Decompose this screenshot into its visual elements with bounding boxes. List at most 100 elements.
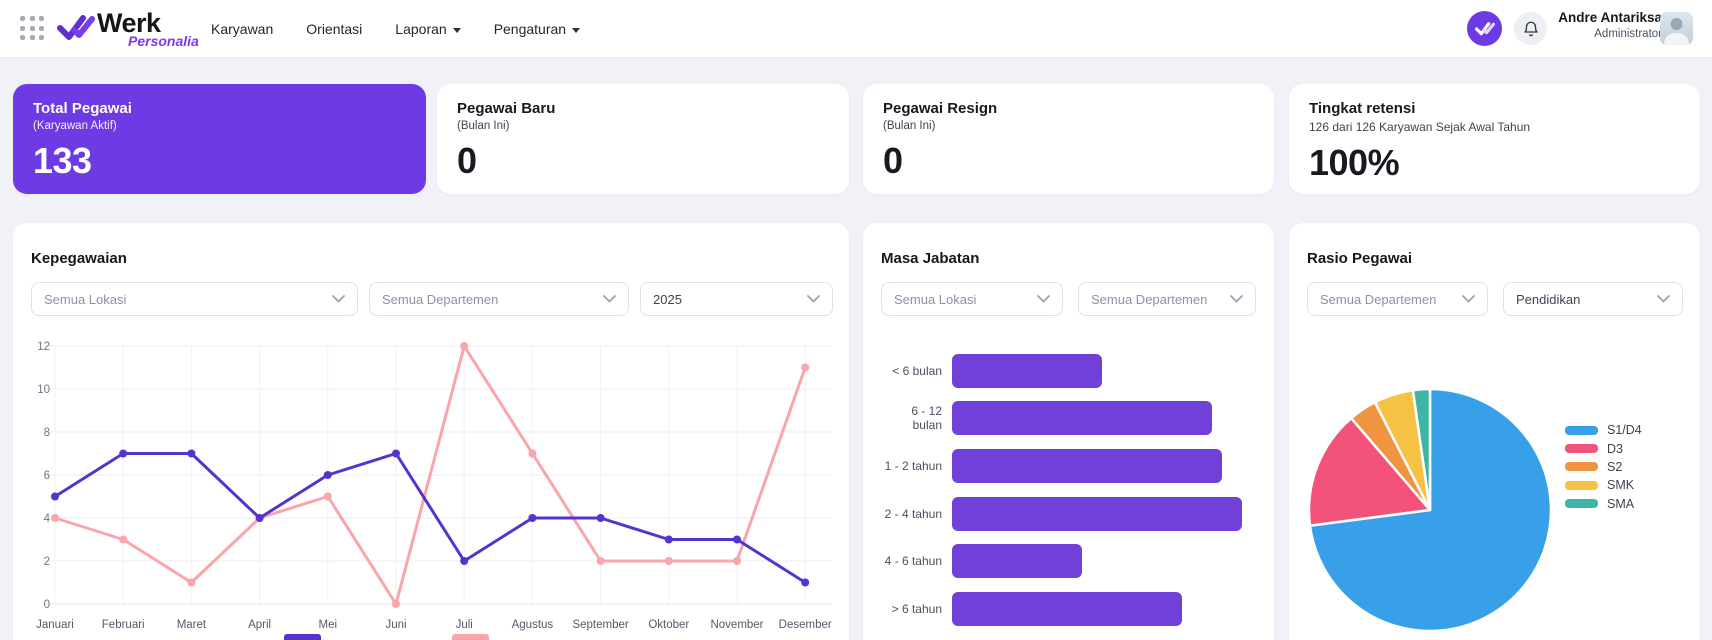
nav-item-orientasi[interactable]: Orientasi [306,21,362,37]
data-point[interactable] [324,471,332,479]
bar[interactable] [952,354,1102,388]
stat-card-total-pegawai[interactable]: Total Pegawai (Karyawan Aktif) 133 [13,84,426,194]
bar[interactable] [952,497,1242,531]
user-role: Administrator [1462,28,1662,40]
data-point[interactable] [665,557,673,565]
bar[interactable] [952,544,1082,578]
avatar[interactable] [1660,12,1693,45]
svg-text:Oktober: Oktober [648,619,689,631]
stat-card-pegawai-resign[interactable]: Pegawai Resign (Bulan Ini) 0 [863,84,1274,194]
data-point[interactable] [597,557,605,565]
svg-text:0: 0 [44,599,50,611]
svg-text:6: 6 [44,470,50,482]
data-point[interactable] [187,579,195,587]
chevron-down-icon [603,295,616,303]
stat-value: 100% [1309,142,1680,184]
bar[interactable] [952,401,1212,435]
pie-legend-item[interactable]: S2 [1565,458,1642,476]
filter-tahun-kepegawaian[interactable]: 2025 [640,282,833,316]
bar-category-label: 6 - 12 bulan [881,404,942,432]
data-point[interactable] [119,450,127,458]
pie-legend-label: SMA [1607,497,1634,511]
bar-row: 6 - 12 bulan [881,395,1259,443]
svg-text:2: 2 [44,556,50,568]
masa-jabatan-bar-chart: < 6 bulan 6 - 12 bulan 1 - 2 tahun 2 - 4 ta… [881,347,1259,633]
nav-item-pengaturan[interactable]: Pengaturan [494,21,580,37]
filter-departemen-masa-jabatan[interactable]: Semua Departemen [1078,282,1256,316]
user-menu[interactable]: Andre Antariksa Administrator [1462,10,1662,40]
user-name: Andre Antariksa [1462,10,1662,25]
pie-legend-item[interactable]: SMK [1565,476,1642,494]
data-point[interactable] [733,536,741,544]
stat-title: Pegawai Resign [883,100,1254,117]
avatar-person-icon [1660,12,1693,45]
svg-text:November: November [710,619,763,631]
data-point[interactable] [256,514,264,522]
svg-text:Maret: Maret [177,619,207,631]
pie-legend-swatch [1565,462,1598,471]
data-point[interactable] [392,600,400,608]
chevron-down-icon [453,28,461,33]
data-point[interactable] [51,514,59,522]
pie-legend-label: SMK [1607,478,1634,492]
data-point[interactable] [324,493,332,501]
panel-title-kepegawaian: Kepegawaian [31,250,127,267]
filter-lokasi-masa-jabatan[interactable]: Semua Lokasi [881,282,1063,316]
data-point[interactable] [392,450,400,458]
bar[interactable] [952,449,1222,483]
data-point[interactable] [51,493,59,501]
pie-legend-item[interactable]: SMA [1565,495,1642,513]
main-nav: Karyawan Orientasi Laporan Pengaturan [211,0,580,58]
line-legend-swatch-purple [284,634,321,640]
data-point[interactable] [597,514,605,522]
filter-lokasi-kepegawaian[interactable]: Semua Lokasi [31,282,358,316]
data-point[interactable] [528,514,536,522]
pie-legend-swatch [1565,444,1598,453]
svg-text:12: 12 [37,341,50,353]
data-point[interactable] [460,557,468,565]
bar-row: < 6 bulan [881,347,1259,395]
pie-legend-label: D3 [1607,442,1623,456]
data-point[interactable] [801,364,809,372]
stat-subtitle: (Bulan Ini) [883,120,1254,132]
svg-text:Desember: Desember [779,619,832,631]
brand-subtitle: Personalia [128,33,199,49]
filter-jenis-rasio[interactable]: Pendidikan [1503,282,1683,316]
stat-title: Tingkat retensi [1309,100,1680,117]
data-point[interactable] [187,450,195,458]
data-point[interactable] [528,450,536,458]
stat-card-tingkat-retensi[interactable]: Tingkat retensi 126 dari 126 Karyawan Se… [1289,84,1700,194]
data-point[interactable] [733,557,741,565]
svg-text:Februari: Februari [102,619,145,631]
data-point[interactable] [119,536,127,544]
filter-departemen-kepegawaian[interactable]: Semua Departemen [369,282,629,316]
bar-category-label: < 6 bulan [881,364,942,378]
svg-text:8: 8 [44,427,50,439]
stat-subtitle: (Bulan Ini) [457,120,829,132]
filter-departemen-rasio[interactable]: Semua Departemen [1307,282,1488,316]
panel-title-rasio-pegawai: Rasio Pegawai [1307,250,1412,267]
svg-text:Juni: Juni [385,619,406,631]
pie-legend-item[interactable]: D3 [1565,439,1642,457]
stat-card-pegawai-baru[interactable]: Pegawai Baru (Bulan Ini) 0 [437,84,849,194]
svg-text:4: 4 [44,513,51,525]
nav-item-laporan[interactable]: Laporan [395,21,460,37]
pie-legend-swatch [1565,499,1598,508]
data-point[interactable] [460,342,468,350]
data-point[interactable] [801,579,809,587]
werk-logo-icon [57,13,95,43]
bar-category-label: 4 - 6 tahun [881,554,942,568]
apps-grid-icon[interactable] [20,16,46,42]
pie-legend-item[interactable]: S1/D4 [1565,421,1642,439]
pie-legend-swatch [1565,481,1598,490]
x-axis-labels: JanuariFebruariMaretAprilMeiJuniJuliAgus… [36,619,832,631]
bar[interactable] [952,592,1182,626]
svg-text:Juli: Juli [456,619,473,631]
nav-item-karyawan[interactable]: Karyawan [211,21,273,37]
bar-row: 2 - 4 tahun [881,490,1259,538]
pie-legend-swatch [1565,426,1598,435]
data-point[interactable] [665,536,673,544]
bar-row: 1 - 2 tahun [881,442,1259,490]
bar-category-label: 2 - 4 tahun [881,507,942,521]
panel-title-masa-jabatan: Masa Jabatan [881,250,979,267]
